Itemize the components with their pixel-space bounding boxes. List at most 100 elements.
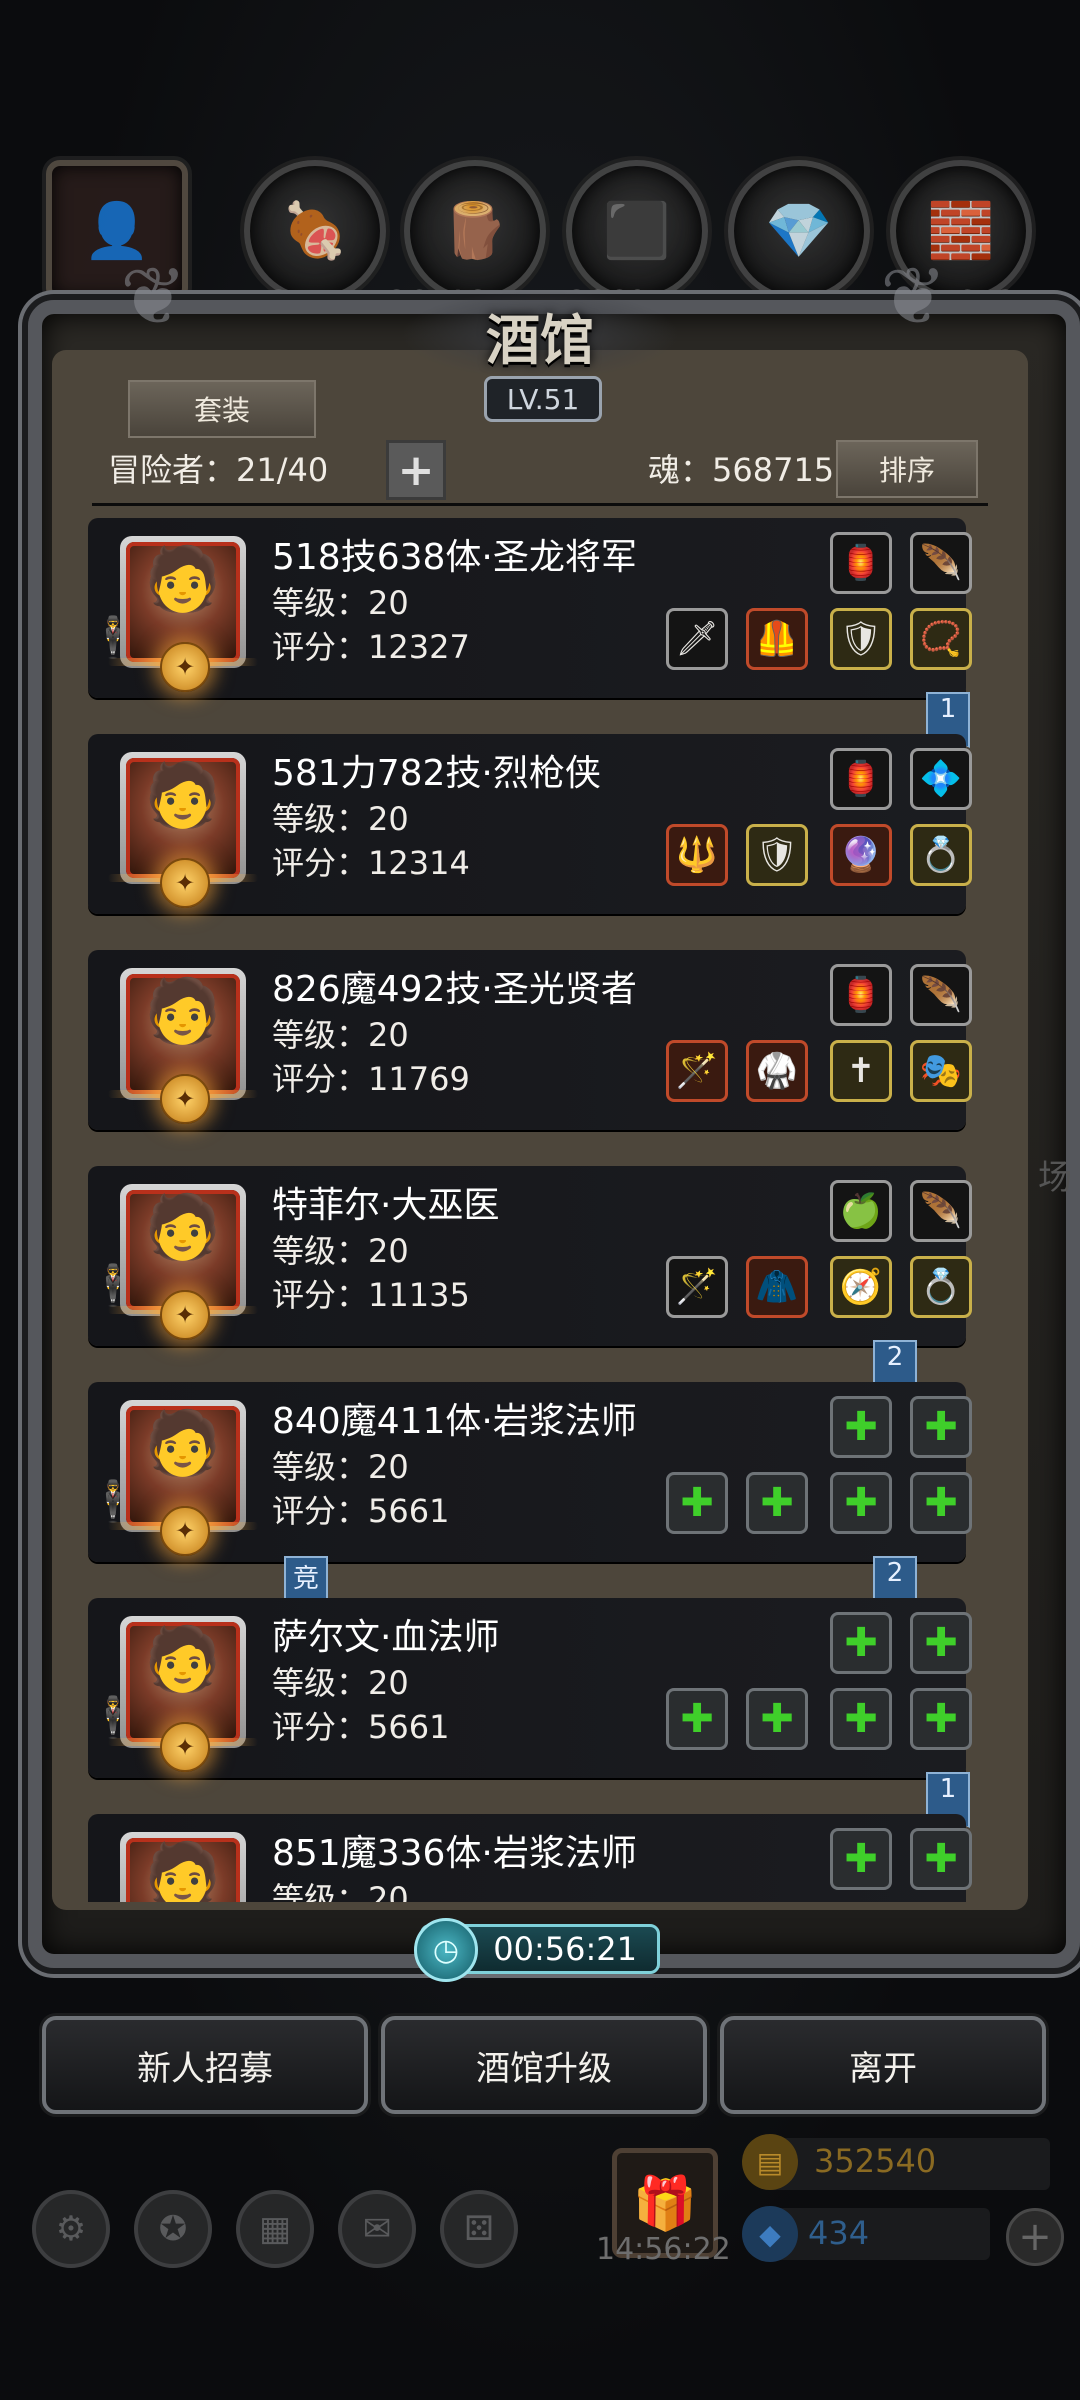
lantern-icon: 🏮	[839, 543, 883, 583]
equipment-slot[interactable]: 💍	[910, 824, 972, 886]
equipment-slot[interactable]: 🎭	[910, 1040, 972, 1102]
hero-card[interactable]: 🕴 🧑 ✦ 518技638体·圣龙将军 等级：20 评分：12327 🏮 🪶 🗡 🦺 🛡 📿	[88, 518, 972, 698]
add-slot-button[interactable]: +	[386, 440, 446, 500]
dragon-ornament-left: ❦	[120, 250, 188, 343]
equipment-slot[interactable]: ✚	[666, 1472, 728, 1534]
equipment-slot[interactable]: 🛡	[746, 824, 808, 886]
plus-icon: ✚	[844, 1620, 878, 1666]
wood-icon: 🪵	[441, 199, 509, 262]
crystal-icon: 💎	[765, 199, 833, 262]
rank-medal-icon: ✦	[160, 642, 210, 692]
timer-value: 00:56:21	[493, 1930, 637, 1968]
armor-icon: 🦺	[755, 619, 799, 659]
equipment-slot[interactable]: ✚	[910, 1828, 972, 1890]
equipment-slot[interactable]: ✚	[830, 1688, 892, 1750]
equipment-slot[interactable]: 🧭	[830, 1256, 892, 1318]
equipment-slot[interactable]: ✚	[746, 1688, 808, 1750]
lantern-icon: 🏮	[839, 759, 883, 799]
hero-card[interactable]: 🧑✦851魔336体·岩浆法师等级：20✚✚	[88, 1814, 972, 1902]
equipment-slot[interactable]: ✚	[910, 1472, 972, 1534]
hero-level: 等级：20	[272, 1664, 409, 1702]
hero-card[interactable]: 🧑 ✦ 581力782技·烈枪侠 等级：20 评分：12314 🏮 💠 🔱 🛡 🔮 💍	[88, 734, 972, 914]
equipment-slot[interactable]: 🧥	[746, 1256, 808, 1318]
plus-icon: ✚	[924, 1620, 958, 1666]
soul-count: 魂：568715	[648, 451, 835, 489]
hero-name: 851魔336体·岩浆法师	[272, 1833, 637, 1874]
add-gems-button[interactable]: +	[1006, 2208, 1064, 2266]
equipment-slot[interactable]: 🔱	[666, 824, 728, 886]
hero-card[interactable]: 🧑 ✦ 826魔492技·圣光贤者 等级：20 评分：11769 🏮 🪶 🪄 🥋 ✝ 🎭	[88, 950, 972, 1130]
equipment-slot[interactable]: ✚	[830, 1828, 892, 1890]
equipment-slot[interactable]: ✝	[830, 1040, 892, 1102]
equipment-slot[interactable]: 🪄	[666, 1256, 728, 1318]
gem-icon: ◆	[742, 2206, 798, 2262]
dice-icon[interactable]: ⚄	[440, 2190, 518, 2268]
equipment-slot[interactable]: ✚	[910, 1396, 972, 1458]
equipment-slot[interactable]: ✚	[830, 1612, 892, 1674]
equipment-slot[interactable]: 🏮	[830, 532, 892, 594]
adventurer-count: 冒险者：21/40	[108, 451, 329, 489]
resource-slot-crystal[interactable]: 💎	[728, 160, 870, 302]
plus-icon: ✚	[844, 1836, 878, 1882]
plus-icon: ✚	[924, 1480, 958, 1526]
side-label: 场	[1038, 1158, 1072, 1198]
recruit-button[interactable]: 新人招募	[42, 2016, 368, 2114]
equipment-slot[interactable]: 🏮	[830, 964, 892, 1026]
sort-button[interactable]: 排序	[836, 440, 978, 498]
mail-icon[interactable]: ✉	[338, 2190, 416, 2268]
rank-medal-icon: ✦	[160, 1290, 210, 1340]
equipment-slot[interactable]: 🪄	[666, 1040, 728, 1102]
stone-icon: 💠	[919, 759, 963, 799]
shield-icon: 🛡	[839, 619, 883, 659]
resource-slot-wood[interactable]: 🪵	[404, 160, 546, 302]
resource-slot-iron[interactable]: ⬛	[566, 160, 708, 302]
hero-level: 等级：20	[272, 800, 409, 838]
hero-level: 等级：20	[272, 1448, 409, 1486]
hero-portrait[interactable]: 🧑	[120, 1832, 246, 1902]
leave-button[interactable]: 离开	[720, 2016, 1046, 2114]
hero-level: 等级：20	[272, 1016, 409, 1054]
hero-name: 特菲尔·大巫医	[272, 1185, 500, 1226]
hero-name: 518技638体·圣龙将军	[272, 537, 637, 578]
equipment-slot[interactable]: 🪶	[910, 964, 972, 1026]
equipment-slot[interactable]: 🗡	[666, 608, 728, 670]
upgrade-tavern-button[interactable]: 酒馆升级	[381, 2016, 707, 2114]
gold-amount: 352540	[814, 2142, 937, 2180]
equipment-slot[interactable]: 🍏	[830, 1180, 892, 1242]
plus-icon: ✚	[760, 1480, 794, 1526]
orb-icon: 🔮	[839, 835, 883, 875]
equipment-slot[interactable]: 🦺	[746, 608, 808, 670]
rank-medal-icon: ✦	[160, 1074, 210, 1124]
equipment-slot[interactable]: ✚	[666, 1688, 728, 1750]
ring-icon: 💍	[919, 1267, 963, 1307]
equipment-slot[interactable]: 🛡	[830, 608, 892, 670]
plus-icon: +	[397, 444, 435, 496]
hero-card[interactable]: 🕴 🧑 ✦ 萨尔文·血法师 等级：20 评分：5661 ✚ ✚ ✚ ✚ ✚ ✚	[88, 1598, 972, 1778]
equipment-slot[interactable]: ✚	[910, 1688, 972, 1750]
equipment-slot[interactable]: 🥋	[746, 1040, 808, 1102]
hero-list[interactable]: 🕴 🧑 ✦ 518技638体·圣龙将军 等级：20 评分：12327 🏮 🪶 🗡 🦺 🛡 📿 1 🧑 ✦ 58…	[88, 518, 988, 1902]
set-tab-button[interactable]: 套装	[128, 380, 316, 438]
hero-score: 评分：5661	[272, 1708, 450, 1746]
hero-score: 评分：11135	[272, 1276, 470, 1314]
equipment-slot[interactable]: 🔮	[830, 824, 892, 886]
dragon-ornament-right: ❦	[880, 250, 948, 343]
equipment-slot[interactable]: 💠	[910, 748, 972, 810]
equipment-slot[interactable]: ✚	[910, 1612, 972, 1674]
resource-slot-meat[interactable]: 🍖	[244, 160, 386, 302]
star-icon[interactable]: ✪	[134, 2190, 212, 2268]
shop-icon[interactable]: ▦	[236, 2190, 314, 2268]
hero-card[interactable]: 🕴 🧑 ✦ 特菲尔·大巫医 等级：20 评分：11135 🍏 🪶 🪄 🧥 🧭 💍	[88, 1166, 972, 1346]
crest-icon: 🛡	[755, 835, 799, 875]
equipment-slot[interactable]: ✚	[830, 1472, 892, 1534]
equipment-slot[interactable]: ✚	[830, 1396, 892, 1458]
equipment-slot[interactable]: 💍	[910, 1256, 972, 1318]
equipment-slot[interactable]: 🪶	[910, 1180, 972, 1242]
settings-icon[interactable]: ⚙	[32, 2190, 110, 2268]
equipment-slot[interactable]: 📿	[910, 608, 972, 670]
equipment-slot[interactable]: 🪶	[910, 532, 972, 594]
equipment-slot[interactable]: ✚	[746, 1472, 808, 1534]
plus-icon: ✚	[680, 1696, 714, 1742]
equipment-slot[interactable]: 🏮	[830, 748, 892, 810]
hero-card[interactable]: 🕴 🧑 ✦ 840魔411体·岩浆法师 等级：20 评分：5661 ✚ ✚ ✚ ✚ ✚ ✚	[88, 1382, 972, 1562]
